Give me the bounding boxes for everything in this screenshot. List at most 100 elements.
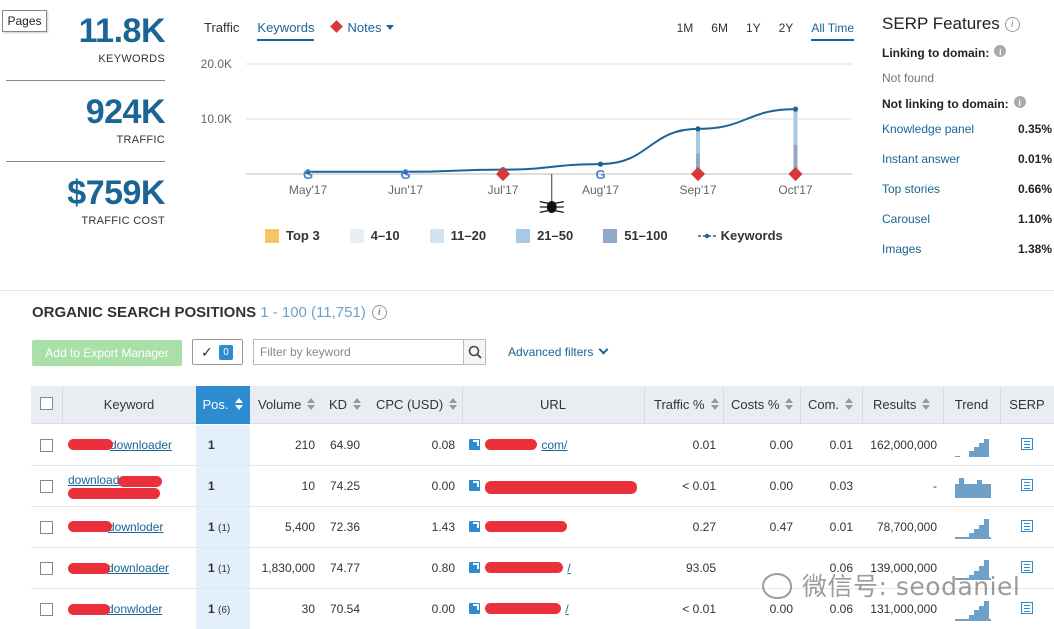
external-link-icon[interactable] xyxy=(469,439,480,450)
col-competition[interactable]: Com. xyxy=(808,386,860,424)
serp-feature-value: 1.38% xyxy=(1017,242,1052,256)
stat-traffic-value: 924K xyxy=(85,93,166,131)
position-cell: 1 (1) xyxy=(208,507,230,548)
row-checkbox[interactable] xyxy=(40,439,53,452)
legend-top3[interactable]: Top 3 xyxy=(265,228,320,243)
col-label: SERP xyxy=(1009,397,1045,412)
advanced-filters-toggle[interactable]: Advanced filters xyxy=(508,344,609,359)
keyword-cell: downloader xyxy=(68,548,169,589)
chevron-down-icon xyxy=(598,344,609,355)
keyword-filter-input[interactable] xyxy=(254,340,459,364)
organic-title-text: ORGANIC SEARCH POSITIONS xyxy=(32,304,257,321)
col-label: Traffic % xyxy=(654,397,705,412)
col-keyword[interactable]: Keyword xyxy=(62,386,196,424)
col-url[interactable]: URL xyxy=(462,386,644,424)
search-button[interactable] xyxy=(463,340,485,364)
info-icon[interactable]: i xyxy=(1004,17,1020,32)
sort-icon xyxy=(449,398,458,410)
tab-keywords[interactable]: Keywords xyxy=(257,20,315,41)
row-checkbox[interactable] xyxy=(40,562,53,575)
row-checkbox[interactable] xyxy=(40,480,53,493)
serp-feature-link[interactable]: Carousel xyxy=(882,212,930,226)
search-icon xyxy=(468,345,482,359)
redaction-mark xyxy=(485,439,537,450)
serp-snapshot-icon[interactable] xyxy=(1021,438,1033,450)
external-link-icon[interactable] xyxy=(469,521,480,532)
info-icon[interactable]: i xyxy=(994,45,1007,57)
tab-traffic[interactable]: Traffic xyxy=(204,20,239,41)
previous-position: (1) xyxy=(218,523,231,534)
col-cpc[interactable]: CPC (USD) xyxy=(376,386,461,424)
legend-11-20[interactable]: 11–20 xyxy=(429,228,486,243)
pages-tab[interactable]: Pages xyxy=(2,10,47,32)
select-all-checkbox[interactable] xyxy=(40,397,53,410)
results-cell: - xyxy=(933,479,937,493)
col-results[interactable]: Results xyxy=(873,386,943,424)
kd-cell: 64.90 xyxy=(330,438,361,452)
time-range-selector: 1M 6M 1Y 2Y All Time xyxy=(659,21,854,41)
external-link-icon[interactable] xyxy=(469,480,480,491)
serp-snapshot-icon[interactable] xyxy=(1021,561,1033,573)
range-2y[interactable]: 2Y xyxy=(779,21,794,41)
serp-features-panel: SERP Features i Linking to domain: i Not f… xyxy=(882,14,1054,256)
url-cell xyxy=(469,466,637,507)
column-divider xyxy=(800,386,801,424)
serp-cell xyxy=(1021,548,1033,589)
range-1m[interactable]: 1M xyxy=(677,21,694,41)
redaction-mark xyxy=(68,488,160,499)
kd-cell: 74.77 xyxy=(330,561,361,575)
stat-traffic: 924K TRAFFIC xyxy=(85,93,166,146)
col-costs[interactable]: Costs % xyxy=(731,386,801,424)
external-link-icon[interactable] xyxy=(469,562,480,573)
costs-cell: 0.00 xyxy=(769,479,793,493)
range-all-time[interactable]: All Time xyxy=(811,21,854,41)
tab-notes[interactable]: Notes xyxy=(330,20,395,41)
watermark: 微信号: seodaniel xyxy=(762,567,1020,603)
external-link-icon[interactable] xyxy=(469,603,480,614)
serp-cell xyxy=(1021,466,1033,507)
range-1y[interactable]: 1Y xyxy=(746,21,761,41)
serp-snapshot-icon[interactable] xyxy=(1021,479,1033,491)
legend-label: 51–100 xyxy=(624,228,668,243)
volume-cell: 30 xyxy=(301,602,315,616)
serp-feature-link[interactable]: Images xyxy=(882,242,921,256)
legend-keywords[interactable]: Keywords xyxy=(697,228,783,243)
trend-sparkline xyxy=(955,474,991,498)
add-to-export-button[interactable]: Add to Export Manager xyxy=(32,340,182,366)
col-serp: SERP xyxy=(1000,386,1054,424)
col-traffic[interactable]: Traffic % xyxy=(654,386,724,424)
serp-snapshot-icon[interactable] xyxy=(1021,602,1033,614)
info-icon[interactable]: i xyxy=(371,305,387,320)
keywords-point xyxy=(597,161,604,167)
serp-snapshot-icon[interactable] xyxy=(1021,520,1033,532)
advanced-filters-label: Advanced filters xyxy=(508,345,594,359)
stat-traffic-cost: $759K TRAFFIC COST xyxy=(67,174,165,227)
serp-feature-link[interactable]: Top stories xyxy=(882,182,940,196)
legend-4-10[interactable]: 4–10 xyxy=(349,228,400,243)
col-kd[interactable]: KD xyxy=(329,386,369,424)
serp-feature-link[interactable]: Instant answer xyxy=(882,152,960,166)
range-6m[interactable]: 6M xyxy=(711,21,728,41)
row-checkbox[interactable] xyxy=(40,603,53,616)
serp-feature-link[interactable]: Knowledge panel xyxy=(882,122,974,136)
position-value: 1 xyxy=(208,520,215,534)
col-label: Volume xyxy=(258,397,302,412)
position-cell: 1 (1) xyxy=(208,548,230,589)
col-position[interactable]: Pos. xyxy=(196,386,250,424)
col-volume[interactable]: Volume xyxy=(258,386,323,424)
redaction-mark xyxy=(118,476,162,487)
keyword-link[interactable]: download xyxy=(68,473,119,487)
serp-not-found: Not found xyxy=(882,71,935,85)
google-update-icon: G xyxy=(400,167,410,182)
selected-count-button[interactable]: ✓ 0 xyxy=(192,339,243,365)
costs-cell: 0.47 xyxy=(769,520,793,534)
google-update-icon: G xyxy=(303,167,313,182)
url-cell xyxy=(469,507,567,548)
legend-21-50[interactable]: 21–50 xyxy=(516,228,573,243)
legend-label: 4–10 xyxy=(370,228,400,243)
row-checkbox[interactable] xyxy=(40,521,53,534)
info-icon[interactable]: i xyxy=(1013,96,1026,108)
col-label: Trend xyxy=(954,397,989,412)
legend-swatch xyxy=(265,228,279,243)
legend-51-100[interactable]: 51–100 xyxy=(603,228,668,243)
